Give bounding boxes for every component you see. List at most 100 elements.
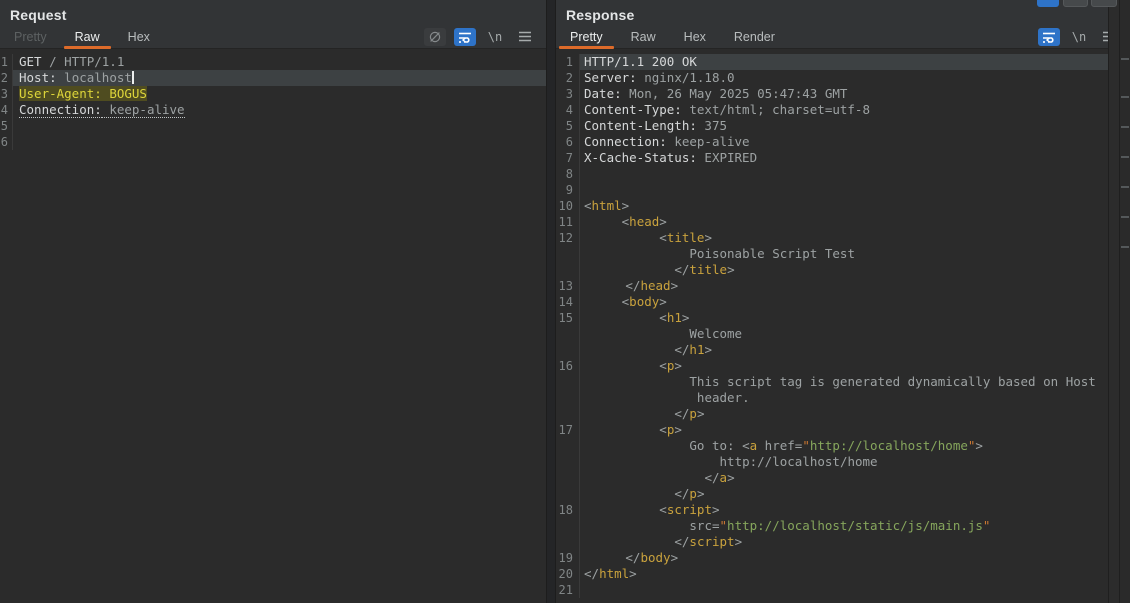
code-line[interactable]: 4 Content-Type: text/html; charset=utf-8 [556,102,1130,118]
line-number: 5 [556,118,580,134]
code-text: Server: nginx/1.18.0 [580,70,1130,86]
code-line[interactable]: 7 X-Cache-Status: EXPIRED [556,150,1130,166]
code-text: Content-Type: text/html; charset=utf-8 [580,102,1130,118]
code-line[interactable]: 5 [0,118,546,134]
code-line[interactable]: </a> [556,470,1130,486]
code-line[interactable]: This script tag is generated dynamically… [556,374,1130,390]
line-number: 20 [556,566,580,582]
line-number [556,518,580,534]
code-line[interactable]: 13 </head> [556,278,1130,294]
code-line[interactable]: Go to: <a href="http://localhost/home"> [556,438,1130,454]
line-number: 17 [556,422,580,438]
code-line[interactable]: src="http://localhost/static/js/main.js" [556,518,1130,534]
code-text: src="http://localhost/static/js/main.js" [580,518,1130,534]
scroll-marker-tick [1121,58,1129,60]
code-line[interactable]: 6 [0,134,546,150]
code-line[interactable]: http://localhost/home [556,454,1130,470]
line-number: 7 [556,150,580,166]
code-line[interactable]: </p> [556,406,1130,422]
tab-raw[interactable]: Raw [617,25,670,48]
code-line[interactable]: 2 Server: nginx/1.18.0 [556,70,1130,86]
code-text: </h1> [580,342,1130,358]
code-text: http://localhost/home [580,454,1130,470]
toolbar-button-partial-blue[interactable] [1037,0,1059,7]
code-line[interactable]: 6 Connection: keep-alive [556,134,1130,150]
code-text: Poisonable Script Test [580,246,1130,262]
code-line[interactable]: 1 GET / HTTP/1.1 [0,54,546,70]
request-editor[interactable]: 1 GET / HTTP/1.12 Host: localhost3 User-… [0,49,546,150]
toolbar-button-partial-1[interactable] [1063,0,1088,7]
tab-render[interactable]: Render [720,25,789,48]
line-number: 6 [0,134,13,150]
code-text: </html> [580,566,1130,582]
code-line[interactable]: </script> [556,534,1130,550]
code-line[interactable]: 14 <body> [556,294,1130,310]
newline-icon[interactable]: \n [1068,28,1090,46]
tab-pretty[interactable]: Pretty [556,25,617,48]
code-text: <html> [580,198,1130,214]
code-line[interactable]: </title> [556,262,1130,278]
code-text: </head> [580,278,1130,294]
line-number [556,390,580,406]
word-wrap-icon[interactable] [454,28,476,46]
line-number: 3 [556,86,580,102]
line-number [556,438,580,454]
code-line[interactable]: 16 <p> [556,358,1130,374]
line-number: 4 [0,102,13,118]
code-text: This script tag is generated dynamically… [580,374,1130,390]
tab-hex[interactable]: Hex [670,25,720,48]
code-line[interactable]: 8 [556,166,1130,182]
code-text: <p> [580,422,1130,438]
hidden-eye-icon[interactable] [424,28,446,46]
tab-hex[interactable]: Hex [114,25,164,48]
code-line[interactable]: Welcome [556,326,1130,342]
code-line[interactable]: 19 </body> [556,550,1130,566]
code-line[interactable]: 20 </html> [556,566,1130,582]
response-scrollbar[interactable] [1108,0,1119,603]
code-line[interactable]: 3 Date: Mon, 26 May 2025 05:47:43 GMT [556,86,1130,102]
line-number [556,486,580,502]
code-line[interactable]: 12 <title> [556,230,1130,246]
code-text: </p> [580,406,1130,422]
code-text: Date: Mon, 26 May 2025 05:47:43 GMT [580,86,1130,102]
line-number: 16 [556,358,580,374]
line-number [556,374,580,390]
request-tabs: PrettyRawHex [0,25,164,48]
code-line[interactable]: 1 HTTP/1.1 200 OK [556,54,1130,70]
response-editor[interactable]: 1 HTTP/1.1 200 OK2 Server: nginx/1.18.03… [556,49,1130,598]
request-icon-bar: \n [424,28,546,46]
line-number: 12 [556,230,580,246]
code-line[interactable]: 17 <p> [556,422,1130,438]
toolbar-button-partial-2[interactable] [1091,0,1117,7]
panel-splitter[interactable] [546,0,556,603]
code-line[interactable]: 9 [556,182,1130,198]
code-line[interactable]: 21 [556,582,1130,598]
newline-icon[interactable]: \n [484,28,506,46]
code-line[interactable]: 10 <html> [556,198,1130,214]
code-text: X-Cache-Status: EXPIRED [580,150,1130,166]
code-text [13,118,546,134]
code-line[interactable]: 2 Host: localhost [0,70,546,86]
line-number [556,534,580,550]
tab-raw[interactable]: Raw [61,25,114,48]
code-text: <body> [580,294,1130,310]
code-text: Welcome [580,326,1130,342]
scroll-marker-tick [1121,96,1129,98]
code-line[interactable]: </h1> [556,342,1130,358]
scroll-marker-tick [1121,216,1129,218]
code-line[interactable]: Poisonable Script Test [556,246,1130,262]
scroll-marker-tick [1121,186,1129,188]
code-line[interactable]: header. [556,390,1130,406]
code-line[interactable]: </p> [556,486,1130,502]
code-line[interactable]: 4 Connection: keep-alive [0,102,546,118]
code-line[interactable]: 3 User-Agent: BOGUS [0,86,546,102]
menu-icon[interactable] [514,28,536,46]
code-line[interactable]: 15 <h1> [556,310,1130,326]
response-tabs: PrettyRawHexRender [556,25,789,48]
code-line[interactable]: 18 <script> [556,502,1130,518]
word-wrap-icon[interactable] [1038,28,1060,46]
line-number: 11 [556,214,580,230]
code-line[interactable]: 5 Content-Length: 375 [556,118,1130,134]
code-text: <h1> [580,310,1130,326]
code-line[interactable]: 11 <head> [556,214,1130,230]
